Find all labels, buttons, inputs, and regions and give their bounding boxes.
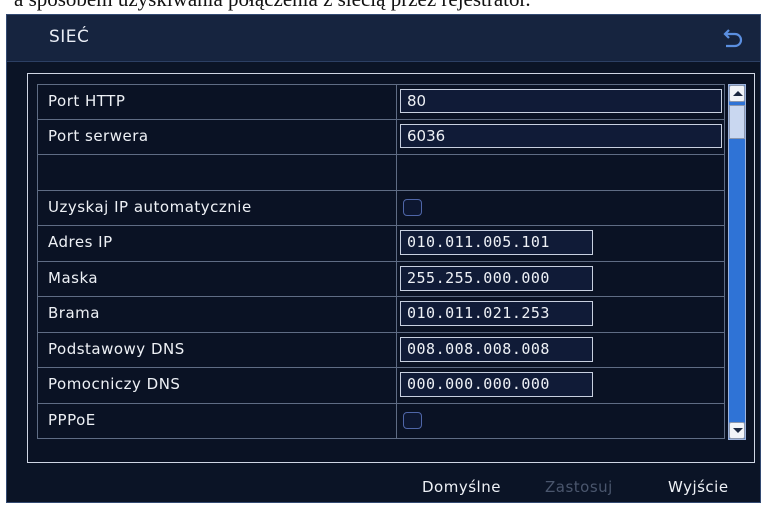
setting-label: Adres IP <box>37 226 397 261</box>
scroll-thumb[interactable] <box>729 105 745 139</box>
setting-label: Port serwera <box>37 119 397 154</box>
settings-row: Adres IP 010.011.005.101 <box>37 226 725 262</box>
settings-row <box>37 155 725 191</box>
scroll-down-arrow-icon <box>733 428 743 433</box>
setting-value-cell <box>397 190 725 225</box>
setting-label: PPPoE <box>37 403 397 438</box>
setting-label: Podstawowy DNS <box>37 332 397 367</box>
settings-row: Uzyskaj IP automatycznie <box>37 190 725 226</box>
ip-address-input[interactable]: 000.000.000.000 <box>400 372 593 397</box>
ip-address-input[interactable]: 010.011.005.101 <box>400 230 593 255</box>
document-text-fragment: a sposobem uzyskiwania połączenia z siec… <box>0 0 768 14</box>
setting-label <box>37 155 397 190</box>
port-input[interactable]: 80 <box>400 89 722 113</box>
exit-button[interactable]: Wyjście <box>668 478 729 496</box>
ip-address-input[interactable]: 010.011.021.253 <box>400 301 593 326</box>
setting-value-cell <box>397 155 725 190</box>
footer-bar: Domyślne Zastosuj Wyjście <box>7 470 760 504</box>
scroll-up-arrow-icon <box>733 91 743 96</box>
settings-row: Port serwera 6036 <box>37 119 725 155</box>
settings-row: Port HTTP 80 <box>37 84 725 120</box>
setting-checkbox[interactable] <box>403 411 422 429</box>
setting-label: Brama <box>37 297 397 332</box>
setting-value-cell <box>397 403 725 438</box>
scroll-up-button[interactable] <box>729 85 745 102</box>
vertical-scrollbar[interactable] <box>728 84 746 440</box>
ip-address-input[interactable]: 008.008.008.008 <box>400 336 593 362</box>
apply-button[interactable]: Zastosuj <box>545 478 613 496</box>
setting-value-cell: 000.000.000.000 <box>397 368 725 403</box>
settings-row: Pomocniczy DNS 000.000.000.000 <box>37 368 725 404</box>
setting-value-cell: 010.011.021.253 <box>397 297 725 332</box>
settings-row: PPPoE <box>37 403 725 439</box>
default-button[interactable]: Domyślne <box>422 478 501 496</box>
setting-value-cell: 80 <box>397 85 725 119</box>
setting-label: Maska <box>37 261 397 296</box>
setting-label: Uzyskaj IP automatycznie <box>37 190 397 225</box>
settings-row: Maska 255.255.000.000 <box>37 261 725 297</box>
setting-label: Pomocniczy DNS <box>37 368 397 403</box>
title-bar: SIEĆ <box>7 15 760 62</box>
settings-row: Podstawowy DNS 008.008.008.008 <box>37 332 725 368</box>
port-input[interactable]: 6036 <box>400 123 722 148</box>
scroll-down-button[interactable] <box>729 422 745 439</box>
setting-value-cell: 010.011.005.101 <box>397 226 725 261</box>
setting-value-cell: 008.008.008.008 <box>397 332 725 367</box>
setting-value-cell: 6036 <box>397 119 725 154</box>
settings-table: Port HTTP 80 Port serwera 6036 Uzyskaj IP au… <box>37 84 725 439</box>
setting-value-cell: 255.255.000.000 <box>397 261 725 296</box>
settings-row: Brama 010.011.021.253 <box>37 297 725 333</box>
setting-checkbox[interactable] <box>403 198 422 216</box>
network-settings-window: SIEĆ Port HTTP 80 Port serwera 6036 Uzyskaj … <box>6 14 761 503</box>
settings-panel: Port HTTP 80 Port serwera 6036 Uzyskaj IP au… <box>27 73 755 463</box>
return-arrow-icon[interactable] <box>720 27 744 49</box>
window-title: SIEĆ <box>49 27 90 47</box>
ip-address-input[interactable]: 255.255.000.000 <box>400 265 593 291</box>
setting-label: Port HTTP <box>37 85 397 119</box>
